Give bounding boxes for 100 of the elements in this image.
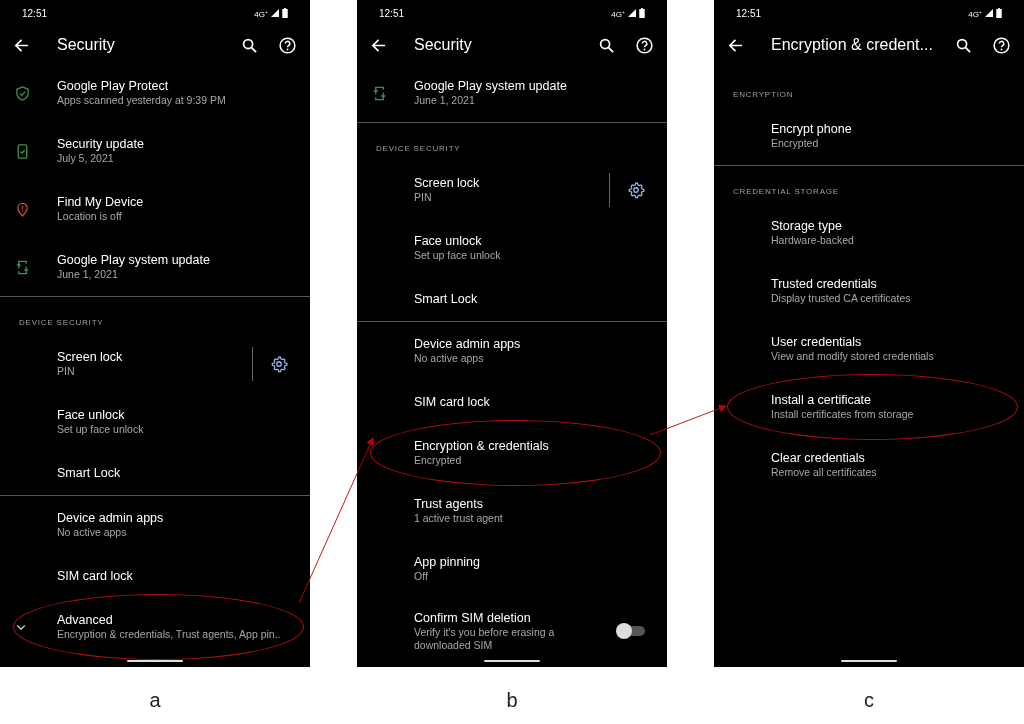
item-title: App pinning <box>414 554 482 571</box>
settings-item[interactable]: Google Play Protect Apps scanned yesterday at 9:39 PM <box>0 64 310 122</box>
settings-item[interactable]: Storage type Hardware-backed <box>714 204 1024 262</box>
item-summary: Verify it's you before erasing a downloaded SIM <box>414 625 556 653</box>
settings-item[interactable]: Trusted credentials Display trusted CA certificates <box>714 262 1024 320</box>
settings-item[interactable]: Confirm SIM deletion Verify it's you before erasing a downloaded SIM <box>357 598 667 664</box>
settings-item[interactable]: Install a certificate Install certificates from storage <box>714 378 1024 436</box>
settings-item[interactable]: Face unlock Set up face unlock <box>0 393 310 451</box>
item-title: User credentials <box>771 334 863 351</box>
help-icon[interactable] <box>636 36 653 54</box>
status-time: 12:51 <box>22 7 48 19</box>
item-summary: No active apps <box>414 352 485 366</box>
search-icon[interactable] <box>242 37 257 53</box>
settings-item[interactable]: Find My Device Location is off <box>0 180 310 238</box>
settings-item[interactable]: Encrypt phone Encrypted <box>714 107 1024 165</box>
item-title: Face unlock <box>414 233 483 250</box>
item-title: Device admin apps <box>414 336 522 353</box>
item-summary: PIN <box>57 365 76 379</box>
item-summary: 1 active trust agent <box>414 512 504 526</box>
network-type: 4G⁺ <box>968 8 982 19</box>
item-summary: Off <box>414 570 429 584</box>
back-arrow-icon[interactable] <box>371 37 386 53</box>
item-summary: Display trusted CA certificates <box>771 292 912 306</box>
settings-item[interactable]: Trust agents 1 active trust agent <box>357 482 667 540</box>
toggle-switch[interactable] <box>619 626 645 636</box>
item-summary: No active apps <box>57 526 128 540</box>
screen-title: Encryption & credent... <box>771 36 934 54</box>
settings-item[interactable]: App pinning Off <box>357 540 667 598</box>
help-icon[interactable] <box>279 36 296 54</box>
settings-item[interactable]: Screen lock PIN <box>0 335 310 393</box>
search-icon[interactable] <box>956 37 971 53</box>
item-summary: Encrypted <box>414 454 463 468</box>
item-title: Encrypt phone <box>771 121 853 138</box>
status-time: 12:51 <box>736 7 762 19</box>
settings-item[interactable]: Google Play system update June 1, 2021 <box>357 64 667 122</box>
section-header: DEVICE SECURITY <box>375 143 462 155</box>
item-title: Google Play system update <box>414 78 568 95</box>
item-summary: Apps scanned yesterday at 9:39 PM <box>57 94 227 108</box>
item-title: SIM card lock <box>414 394 491 410</box>
settings-item[interactable]: Smart Lock <box>0 451 310 495</box>
settings-item[interactable]: Device admin apps No active apps <box>357 322 667 380</box>
back-arrow-icon[interactable] <box>728 37 743 53</box>
settings-item[interactable]: User credentials View and modify stored credentials <box>714 320 1024 378</box>
settings-item[interactable]: SIM card lock <box>357 380 667 424</box>
section-header: CREDENTIAL STORAGE <box>732 186 840 198</box>
item-summary: Encrypted <box>771 137 820 151</box>
item-title: Clear credentials <box>771 450 866 467</box>
item-summary: Install certificates from storage <box>771 408 915 422</box>
item-summary: Set up face unlock <box>414 249 502 263</box>
help-icon[interactable] <box>993 36 1010 54</box>
item-summary: July 5, 2021 <box>57 152 115 166</box>
item-summary: View and modify stored credentials <box>771 350 935 364</box>
settings-item[interactable]: Clear credentials Remove all certificates <box>714 436 1024 494</box>
item-summary: PIN <box>414 191 433 205</box>
battery-icon <box>282 8 288 18</box>
settings-item[interactable]: Face unlock Set up face unlock <box>357 219 667 277</box>
item-title: Confirm SIM deletion <box>414 609 532 626</box>
settings-item[interactable]: Smart Lock <box>357 277 667 321</box>
settings-item[interactable]: Device admin apps No active apps <box>0 496 310 554</box>
signal-icon <box>271 9 279 17</box>
item-title: Encryption & credentials <box>414 438 550 455</box>
item-summary: June 1, 2021 <box>57 268 119 282</box>
settings-item[interactable]: Encryption & credentials Encrypted <box>357 424 667 482</box>
settings-item[interactable]: Google Play system update June 1, 2021 <box>0 238 310 296</box>
item-title: Screen lock <box>414 175 481 192</box>
item-title: Trust agents <box>414 496 484 513</box>
network-type: 4G⁺ <box>254 8 268 19</box>
panel-caption: c <box>864 689 874 712</box>
item-summary: Set up face unlock <box>57 423 145 437</box>
network-type: 4G⁺ <box>611 8 625 19</box>
item-summary: Encryption & credentials, Trust agents, App pin.. <box>57 628 282 642</box>
settings-item[interactable]: Screen lock PIN <box>357 161 667 219</box>
settings-icon[interactable] <box>627 181 645 199</box>
item-title: Security update <box>57 136 145 153</box>
item-summary: Hardware-backed <box>771 234 855 248</box>
item-summary: Location is off <box>57 210 123 224</box>
item-title: Face unlock <box>57 407 126 424</box>
item-title: Smart Lock <box>414 291 479 307</box>
back-arrow-icon[interactable] <box>14 37 29 53</box>
item-summary: Remove all certificates <box>771 466 878 480</box>
panel-caption: b <box>506 689 518 712</box>
signal-icon <box>985 9 993 17</box>
item-title: Screen lock <box>57 349 124 366</box>
item-title: Storage type <box>771 218 843 235</box>
item-title: Install a certificate <box>771 392 873 409</box>
settings-item[interactable]: SIM card lock <box>0 554 310 598</box>
item-title: Device admin apps <box>57 510 165 527</box>
item-title: Google Play Protect <box>57 78 170 95</box>
screen-title: Security <box>414 36 473 54</box>
screen-title: Security <box>57 36 116 54</box>
search-icon[interactable] <box>599 37 614 53</box>
settings-item[interactable]: Security update July 5, 2021 <box>0 122 310 180</box>
item-title: Google Play system update <box>57 252 211 269</box>
battery-icon <box>996 8 1002 18</box>
item-title: Find My Device <box>57 194 145 211</box>
section-header: ENCRYPTION <box>732 89 795 101</box>
settings-icon[interactable] <box>270 355 288 373</box>
item-title: Smart Lock <box>57 465 122 481</box>
signal-icon <box>628 9 636 17</box>
item-title: Trusted credentials <box>771 276 878 293</box>
